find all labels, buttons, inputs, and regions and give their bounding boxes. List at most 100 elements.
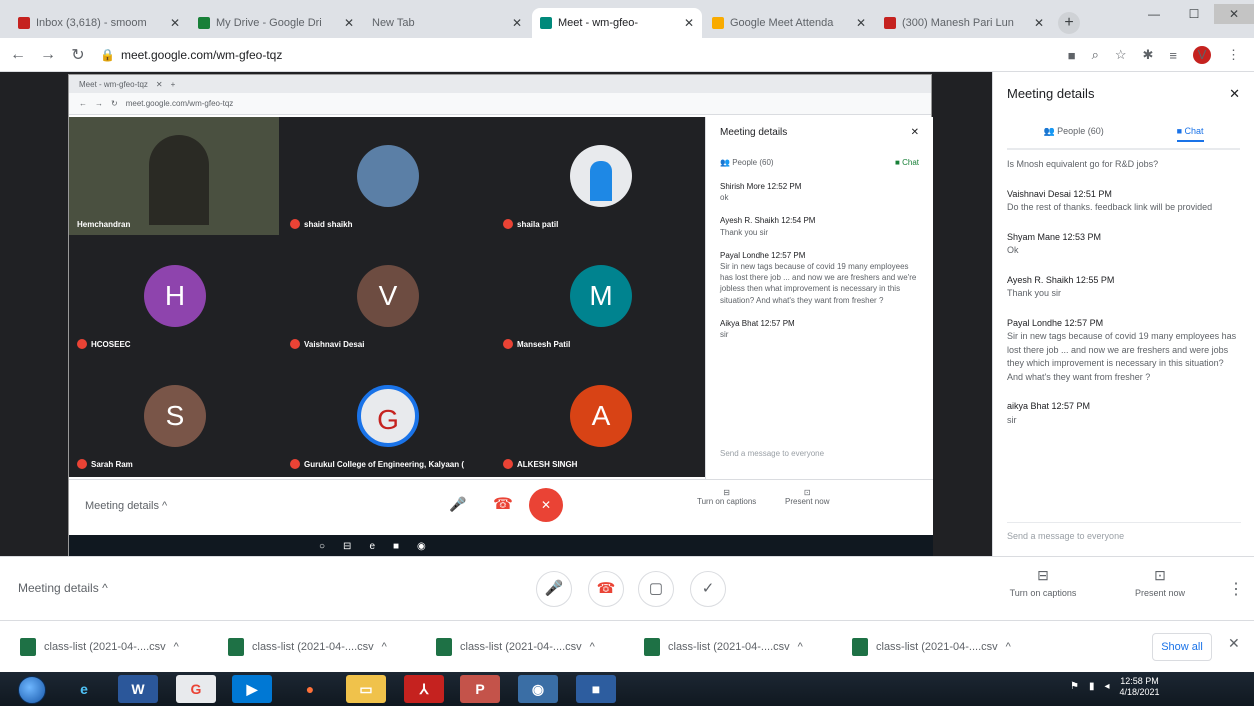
mic-off-icon xyxy=(77,459,87,469)
meet-controls-bar: Meeting details ^ 🎤 ☎ ▢ ✓ ⊟ Turn on capti… xyxy=(0,556,1254,620)
app-icon[interactable]: ■ xyxy=(576,675,616,703)
tab-new-tab[interactable]: New Tab ✕ xyxy=(364,8,530,38)
camera-button[interactable]: ▢ xyxy=(638,571,674,607)
hangup-button[interactable]: ☎ xyxy=(588,571,624,607)
tab-drive[interactable]: My Drive - Google Dri ✕ xyxy=(190,8,362,38)
chat-message: Is Mnosh equivalent go for R&D jobs? xyxy=(1007,158,1240,172)
download-item[interactable]: class-list (2021-04-....csv ^ xyxy=(228,637,436,656)
media-icon[interactable]: ▶ xyxy=(232,675,272,703)
download-item[interactable]: class-list (2021-04-....csv ^ xyxy=(20,637,228,656)
chat-message: Shirish More 12:52 PM ok xyxy=(720,181,919,203)
tab-inbox[interactable]: Inbox (3,618) - smoom ✕ xyxy=(10,8,188,38)
show-all-button[interactable]: Show all xyxy=(1152,633,1212,661)
participant-tile: A ALKESH SINGH xyxy=(495,357,705,475)
tab-label: Google Meet Attenda xyxy=(730,17,834,29)
download-filename: class-list (2021-04-....csv xyxy=(460,640,582,653)
star-icon[interactable]: ☆ xyxy=(1115,47,1127,63)
people-tab: 👥 People (60) xyxy=(720,158,774,167)
tab-meet[interactable]: Meet - wm-gfeo- ✕ xyxy=(532,8,702,38)
menu-icon[interactable]: ⋮ xyxy=(1227,47,1240,63)
folder-icon: ■ xyxy=(393,540,400,552)
chevron-up-icon[interactable]: ^ xyxy=(174,641,179,653)
present-now-button[interactable]: ⊡ Present now xyxy=(1120,567,1200,598)
inner-url: meet.google.com/wm-gfeo-tqz xyxy=(125,99,234,108)
minimize-icon[interactable]: — xyxy=(1134,4,1174,24)
chat-tab[interactable]: ■ Chat xyxy=(1176,126,1204,142)
download-item[interactable]: class-list (2021-04-....csv ^ xyxy=(436,637,644,656)
message-sender: aikya Bhat 12:57 PM xyxy=(1007,401,1091,411)
close-icon[interactable]: ✕ xyxy=(512,16,522,30)
raise-hand-button[interactable]: ✓ xyxy=(690,571,726,607)
close-icon[interactable]: ✕ xyxy=(1034,16,1044,30)
participant-name-tag: shaid shaikh xyxy=(290,219,352,229)
word-icon[interactable]: W xyxy=(118,675,158,703)
chat-message: Ayesh R. Shaikh 12:54 PM Thank you sir xyxy=(720,215,919,237)
close-icon[interactable]: ✕ xyxy=(684,16,694,30)
network-icon[interactable]: ▮ xyxy=(1089,681,1095,692)
close-icon: ✕ xyxy=(910,127,919,138)
close-icon[interactable]: ✕ xyxy=(856,16,866,30)
tab-attendance[interactable]: Google Meet Attenda ✕ xyxy=(704,8,874,38)
chevron-up-icon[interactable]: ^ xyxy=(590,641,595,653)
tab-label: My Drive - Google Dri xyxy=(216,17,322,29)
back-icon[interactable]: ← xyxy=(6,46,30,64)
message-sender: Ayesh R. Shaikh 12:54 PM xyxy=(720,216,816,226)
meeting-details-panel: Meeting details ✕ 👥 People (60) ■ Chat Is… xyxy=(992,72,1254,556)
camera-icon[interactable]: ■ xyxy=(1068,48,1076,63)
app-icon[interactable]: ◉ xyxy=(518,675,558,703)
chevron-up-icon[interactable]: ^ xyxy=(798,641,803,653)
people-tab[interactable]: 👥 People (60) xyxy=(1043,126,1103,142)
chat-input[interactable]: Send a message to everyone xyxy=(1007,522,1241,541)
tab-youtube[interactable]: (300) Manesh Pari Lun ✕ xyxy=(876,8,1052,38)
captions-button[interactable]: ⊟ Turn on captions xyxy=(998,567,1088,598)
message-text: ok xyxy=(720,193,729,203)
download-filename: class-list (2021-04-....csv xyxy=(668,640,790,653)
close-icon[interactable]: ✕ xyxy=(1229,86,1240,102)
participant-tile: S Sarah Ram xyxy=(69,357,279,475)
message-sender: Shirish More 12:52 PM xyxy=(720,182,802,191)
more-options-icon[interactable]: ⋮ xyxy=(1228,579,1244,599)
participant-name-tag: Vaishnavi Desai xyxy=(290,339,364,349)
participant-grid: Hemchandran shaid shaikh shaila patil H … xyxy=(69,117,705,477)
chevron-up-icon[interactable]: ^ xyxy=(382,641,387,653)
reading-list-icon[interactable]: ≡ xyxy=(1169,48,1177,63)
lock-icon: 🔒 xyxy=(100,47,115,62)
participant-avatar: A xyxy=(570,385,632,447)
extension-icon[interactable]: ✱ xyxy=(1143,47,1154,63)
clock[interactable]: 12:58 PM 4/18/2021 xyxy=(1120,676,1160,698)
close-icon[interactable]: ✕ xyxy=(344,16,354,30)
download-item[interactable]: class-list (2021-04-....csv ^ xyxy=(644,637,852,656)
participant-name-tag: ALKESH SINGH xyxy=(503,459,577,469)
message-text: Sir in new tags because of covid 19 many… xyxy=(720,261,917,305)
chevron-up-icon[interactable]: ^ xyxy=(1006,641,1011,653)
chrome-icon[interactable]: G xyxy=(176,675,216,703)
profile-avatar[interactable]: V xyxy=(1193,46,1211,64)
window-close-icon[interactable]: ✕ xyxy=(1214,4,1254,24)
meeting-details-button[interactable]: Meeting details ^ xyxy=(18,581,108,595)
mic-button[interactable]: 🎤 xyxy=(536,571,572,607)
zoom-icon[interactable]: ⌕ xyxy=(1092,47,1099,63)
new-tab-button[interactable]: + xyxy=(1058,12,1080,34)
forward-icon[interactable]: → xyxy=(36,46,60,64)
reload-icon[interactable]: ↻ xyxy=(66,45,90,65)
volume-icon[interactable]: ◂ xyxy=(1104,681,1109,692)
participant-tile: V Vaishnavi Desai xyxy=(282,237,492,355)
download-item[interactable]: class-list (2021-04-....csv ^ xyxy=(852,637,1060,656)
camera-off-icon: ✕ xyxy=(529,488,563,522)
firefox-icon[interactable]: ● xyxy=(290,675,330,703)
download-filename: class-list (2021-04-....csv xyxy=(252,640,374,653)
chevron-up-icon: ^ xyxy=(102,581,108,595)
flag-icon[interactable]: ⚑ xyxy=(1070,681,1079,692)
pdf-icon[interactable]: ⅄ xyxy=(404,675,444,703)
ie-icon[interactable]: e xyxy=(64,675,104,703)
address-bar[interactable]: 🔒 meet.google.com/wm-gfeo-tqz xyxy=(100,43,360,67)
clock-time: 12:58 PM xyxy=(1120,676,1159,686)
folder-icon[interactable]: ▭ xyxy=(346,675,386,703)
maximize-icon[interactable]: ☐ xyxy=(1174,4,1214,24)
close-icon[interactable]: ✕ xyxy=(170,16,180,30)
start-button[interactable] xyxy=(18,676,46,704)
powerpoint-icon[interactable]: P xyxy=(460,675,500,703)
message-sender: Ayesh R. Shaikh 12:55 PM xyxy=(1007,274,1115,285)
close-icon[interactable]: ✕ xyxy=(1228,635,1240,652)
mic-off-icon xyxy=(77,339,87,349)
